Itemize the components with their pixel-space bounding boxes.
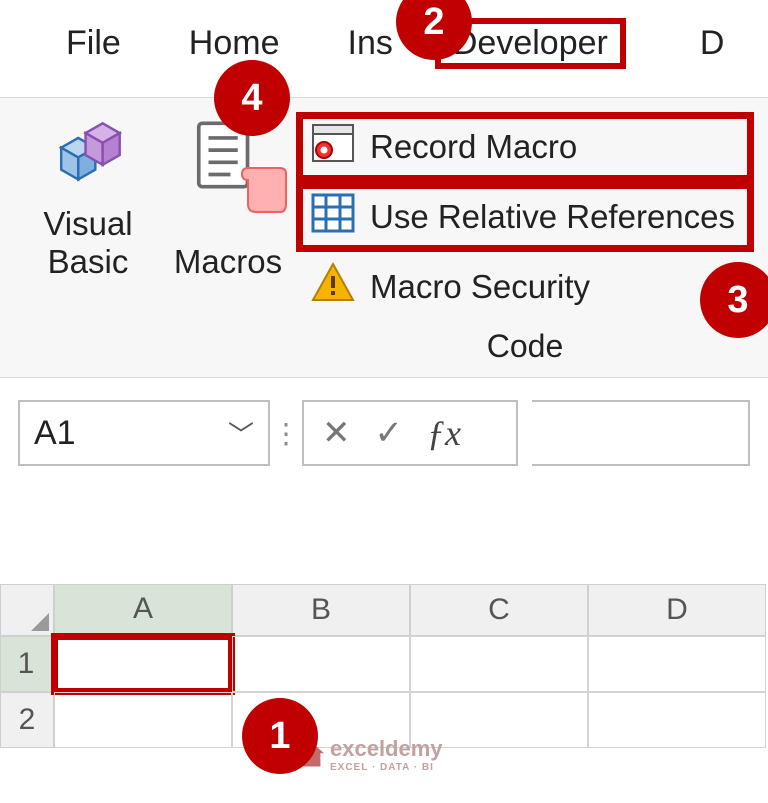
fx-icon[interactable]: ƒx (427, 412, 461, 454)
formula-input[interactable] (532, 400, 750, 466)
scroll-overlay-icon (240, 160, 288, 221)
warning-icon (310, 260, 356, 314)
cancel-icon[interactable]: ✕ (322, 413, 351, 453)
row-header-1[interactable]: 1 (0, 636, 54, 692)
formula-controls: ✕ ✓ ƒx (302, 400, 518, 466)
record-macro-label: Record Macro (370, 128, 577, 166)
name-box[interactable]: A1 ﹀ (18, 400, 270, 466)
tab-home[interactable]: Home (175, 20, 294, 67)
use-relative-references-button[interactable]: Use Relative References (302, 186, 748, 248)
code-small-commands: Record Macro Use Relative References (302, 112, 748, 318)
tab-insert[interactable]: Ins (334, 20, 407, 67)
row-1: 1 (0, 636, 768, 692)
ribbon-tabs: File Home Ins Developer D 2 (0, 0, 768, 97)
col-header-A[interactable]: A (54, 584, 232, 636)
watermark-tag: EXCEL · DATA · BI (330, 762, 443, 773)
col-header-B[interactable]: B (232, 584, 410, 636)
column-header-row: A B C D (0, 584, 768, 636)
tab-next-truncated[interactable]: D (686, 20, 739, 67)
table-grid-icon (310, 190, 356, 244)
col-header-D[interactable]: D (588, 584, 766, 636)
callout-1: 1 (244, 700, 316, 772)
enter-icon[interactable]: ✓ (375, 413, 404, 453)
macros-button[interactable]: Macros 4 (154, 112, 302, 367)
record-macro-button[interactable]: Record Macro (302, 116, 748, 178)
watermark-brand: exceldemy (330, 736, 443, 761)
visual-basic-icon (49, 116, 127, 199)
cell-A2[interactable] (54, 692, 232, 748)
callout-4: 4 (216, 62, 288, 134)
formula-bar: A1 ﹀ ⋮ ✕ ✓ ƒx (18, 400, 750, 466)
ribbon-code-group: Visual Basic Macros 4 (0, 97, 768, 378)
callout-3: 3 (702, 264, 768, 336)
worksheet-grid: A B C D 1 2 (0, 584, 768, 748)
macros-label: Macros (174, 243, 282, 281)
cell-D1[interactable] (588, 636, 766, 692)
cell-B1[interactable] (232, 636, 410, 692)
visual-basic-label: Visual Basic (43, 205, 132, 281)
formula-bar-drag-handle[interactable]: ⋮ (270, 400, 302, 466)
record-macro-icon (310, 120, 356, 174)
cell-D2[interactable] (588, 692, 766, 748)
select-all-corner[interactable] (0, 584, 54, 636)
cell-A1[interactable] (54, 636, 232, 692)
watermark: exceldemy EXCEL · DATA · BI (300, 736, 443, 773)
ribbon-group-label: Code (302, 318, 748, 367)
visual-basic-button[interactable]: Visual Basic (22, 112, 154, 367)
tab-file[interactable]: File (52, 20, 135, 67)
use-relative-references-label: Use Relative References (370, 198, 735, 236)
row-header-2[interactable]: 2 (0, 692, 54, 748)
col-header-C[interactable]: C (410, 584, 588, 636)
chevron-down-icon[interactable]: ﹀ (228, 415, 254, 452)
name-box-value: A1 (34, 414, 76, 453)
cell-C1[interactable] (410, 636, 588, 692)
macro-security-button[interactable]: Macro Security 3 (302, 256, 748, 318)
macro-security-label: Macro Security (370, 268, 590, 306)
